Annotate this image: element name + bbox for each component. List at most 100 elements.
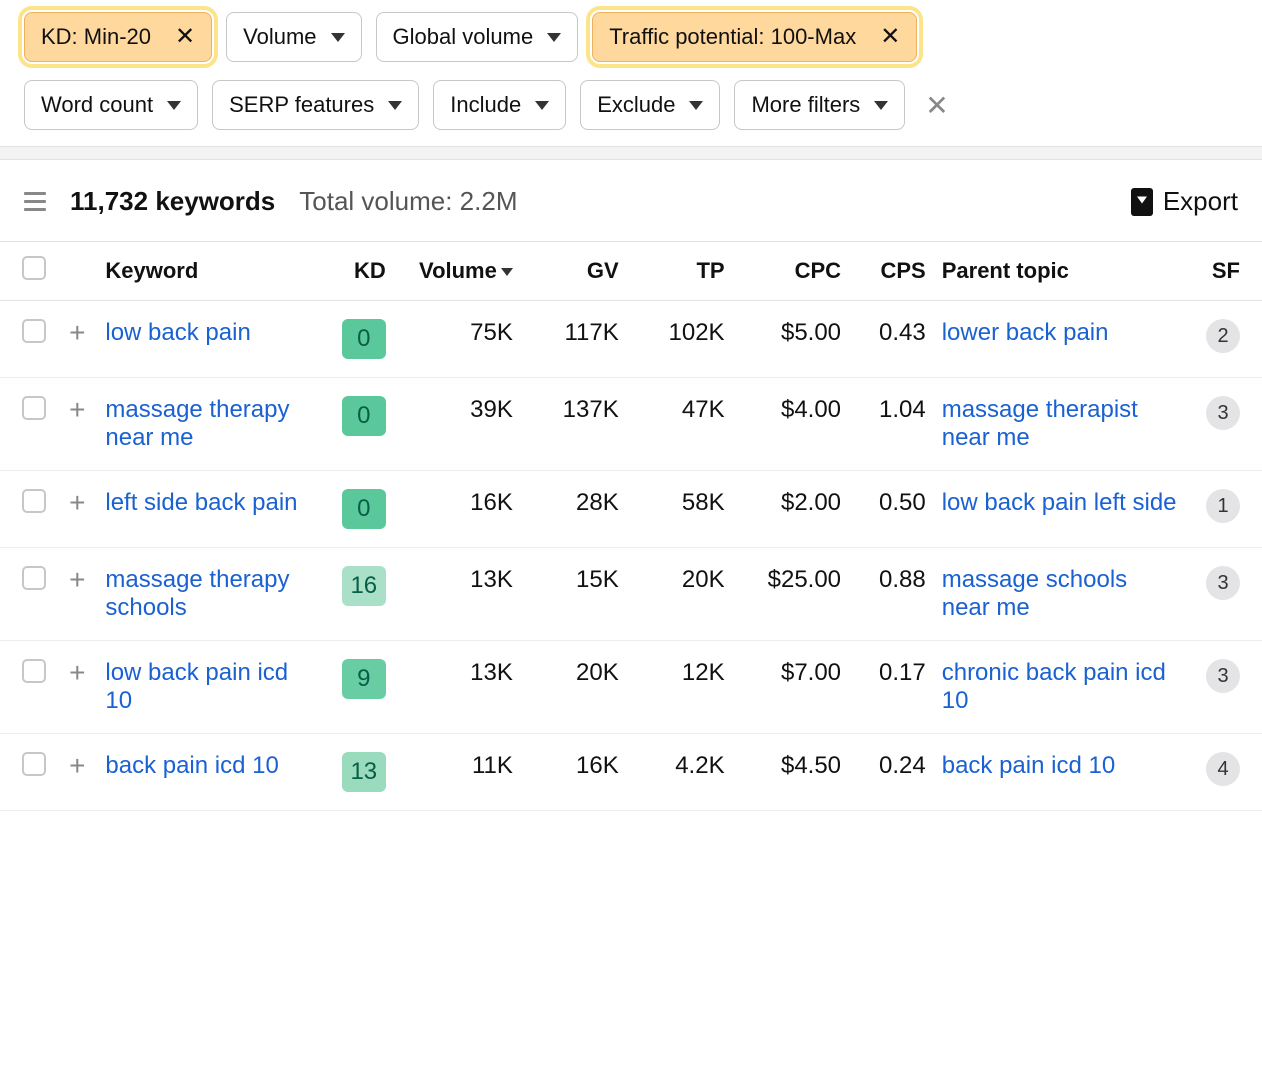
- kd-badge: 0: [342, 489, 386, 529]
- cell-tp: 58K: [627, 471, 733, 548]
- sf-badge[interactable]: 3: [1206, 396, 1240, 430]
- filter-label: SERP features: [229, 92, 374, 118]
- filters-row-2: Word count SERP features Include Exclude Mor…: [0, 68, 1262, 136]
- expand-icon[interactable]: +: [69, 750, 85, 781]
- filter-chip[interactable]: KD: Min-20✕: [24, 12, 212, 62]
- cell-cpc: $7.00: [733, 641, 849, 734]
- sf-badge[interactable]: 4: [1206, 752, 1240, 786]
- cell-cps: 0.88: [849, 548, 934, 641]
- sf-badge[interactable]: 2: [1206, 319, 1240, 353]
- clear-filters-icon[interactable]: ✕: [919, 89, 954, 122]
- parent-topic-link[interactable]: back pain icd 10: [942, 752, 1115, 779]
- cell-volume: 13K: [394, 641, 521, 734]
- cell-cpc: $4.50: [733, 734, 849, 811]
- chevron-down-icon: [331, 33, 345, 42]
- cell-cpc: $2.00: [733, 471, 849, 548]
- filter-chip[interactable]: Traffic potential: 100-Max ✕: [592, 12, 917, 62]
- expand-icon[interactable]: +: [69, 564, 85, 595]
- chevron-down-icon: [167, 101, 181, 110]
- filter-chip[interactable]: More filters: [734, 80, 905, 130]
- table-row: +massage therapy schools1613K15K20K$25.0…: [0, 548, 1262, 641]
- row-checkbox[interactable]: [22, 489, 46, 513]
- sf-badge[interactable]: 3: [1206, 566, 1240, 600]
- row-checkbox[interactable]: [22, 566, 46, 590]
- row-checkbox[interactable]: [22, 659, 46, 683]
- kd-badge: 16: [342, 566, 386, 606]
- cell-gv: 15K: [521, 548, 627, 641]
- row-checkbox[interactable]: [22, 752, 46, 776]
- filter-chip[interactable]: SERP features: [212, 80, 419, 130]
- col-kd[interactable]: KD: [320, 242, 394, 301]
- parent-topic-link[interactable]: massage therapist near me: [942, 396, 1138, 451]
- col-cpc[interactable]: CPC: [733, 242, 849, 301]
- cell-cps: 0.50: [849, 471, 934, 548]
- filter-chip[interactable]: Global volume: [376, 12, 579, 62]
- cell-cps: 0.24: [849, 734, 934, 811]
- filter-chip[interactable]: Exclude: [580, 80, 720, 130]
- col-keyword[interactable]: Keyword: [97, 242, 319, 301]
- cell-tp: 12K: [627, 641, 733, 734]
- remove-filter-icon[interactable]: ✕: [866, 25, 900, 49]
- cell-tp: 20K: [627, 548, 733, 641]
- cell-cps: 0.43: [849, 301, 934, 378]
- col-tp[interactable]: TP: [627, 242, 733, 301]
- keyword-link[interactable]: back pain icd 10: [105, 752, 278, 779]
- filter-chip[interactable]: Volume: [226, 12, 361, 62]
- expand-icon[interactable]: +: [69, 394, 85, 425]
- kd-badge: 9: [342, 659, 386, 699]
- cell-volume: 39K: [394, 378, 521, 471]
- filter-chip[interactable]: Include: [433, 80, 566, 130]
- chevron-down-icon: [874, 101, 888, 110]
- expand-icon[interactable]: +: [69, 487, 85, 518]
- filter-label: Traffic potential: 100-Max: [609, 24, 856, 50]
- cell-cpc: $4.00: [733, 378, 849, 471]
- keyword-count: 11,732 keywords: [70, 186, 275, 217]
- row-checkbox[interactable]: [22, 396, 46, 420]
- keyword-link[interactable]: left side back pain: [105, 489, 297, 516]
- col-gv[interactable]: GV: [521, 242, 627, 301]
- cell-gv: 16K: [521, 734, 627, 811]
- col-sf[interactable]: SF: [1188, 242, 1262, 301]
- remove-filter-icon[interactable]: ✕: [161, 25, 195, 49]
- table-row: +left side back pain016K28K58K$2.000.50l…: [0, 471, 1262, 548]
- expand-icon[interactable]: +: [69, 317, 85, 348]
- keyword-link[interactable]: massage therapy near me: [105, 396, 289, 451]
- cell-gv: 117K: [521, 301, 627, 378]
- chevron-down-icon: [547, 33, 561, 42]
- sf-badge[interactable]: 3: [1206, 659, 1240, 693]
- keyword-link[interactable]: massage therapy schools: [105, 566, 289, 621]
- filter-chip[interactable]: Word count: [24, 80, 198, 130]
- cell-gv: 20K: [521, 641, 627, 734]
- row-checkbox[interactable]: [22, 319, 46, 343]
- cell-volume: 16K: [394, 471, 521, 548]
- cell-cps: 0.17: [849, 641, 934, 734]
- col-cps[interactable]: CPS: [849, 242, 934, 301]
- keyword-link[interactable]: low back pain icd 10: [105, 659, 288, 714]
- filter-label: More filters: [751, 92, 860, 118]
- select-all-checkbox[interactable]: [22, 256, 46, 280]
- cell-tp: 4.2K: [627, 734, 733, 811]
- parent-topic-link[interactable]: low back pain left side: [942, 489, 1177, 516]
- cell-cps: 1.04: [849, 378, 934, 471]
- col-parent[interactable]: Parent topic: [934, 242, 1188, 301]
- sf-badge[interactable]: 1: [1206, 489, 1240, 523]
- cell-volume: 13K: [394, 548, 521, 641]
- export-label: Export: [1163, 186, 1238, 217]
- list-view-icon[interactable]: [24, 192, 46, 211]
- table-row: +back pain icd 101311K16K4.2K$4.500.24ba…: [0, 734, 1262, 811]
- chevron-down-icon: [689, 101, 703, 110]
- col-volume[interactable]: Volume: [394, 242, 521, 301]
- parent-topic-link[interactable]: massage schools near me: [942, 566, 1127, 621]
- chevron-down-icon: [535, 101, 549, 110]
- cell-tp: 47K: [627, 378, 733, 471]
- parent-topic-link[interactable]: lower back pain: [942, 319, 1109, 346]
- parent-topic-link[interactable]: chronic back pain icd 10: [942, 659, 1166, 714]
- table-row: + low back pain icd 10 913K20K12K$7.000.17…: [0, 641, 1262, 734]
- keyword-link[interactable]: low back pain: [105, 319, 250, 346]
- expand-icon[interactable]: +: [69, 657, 85, 688]
- cell-tp: 102K: [627, 301, 733, 378]
- chevron-down-icon: [388, 101, 402, 110]
- filters-row-1: KD: Min-20✕ Volume Global volume Traffic po…: [0, 0, 1262, 68]
- export-button[interactable]: Export: [1131, 186, 1238, 217]
- cell-volume: 11K: [394, 734, 521, 811]
